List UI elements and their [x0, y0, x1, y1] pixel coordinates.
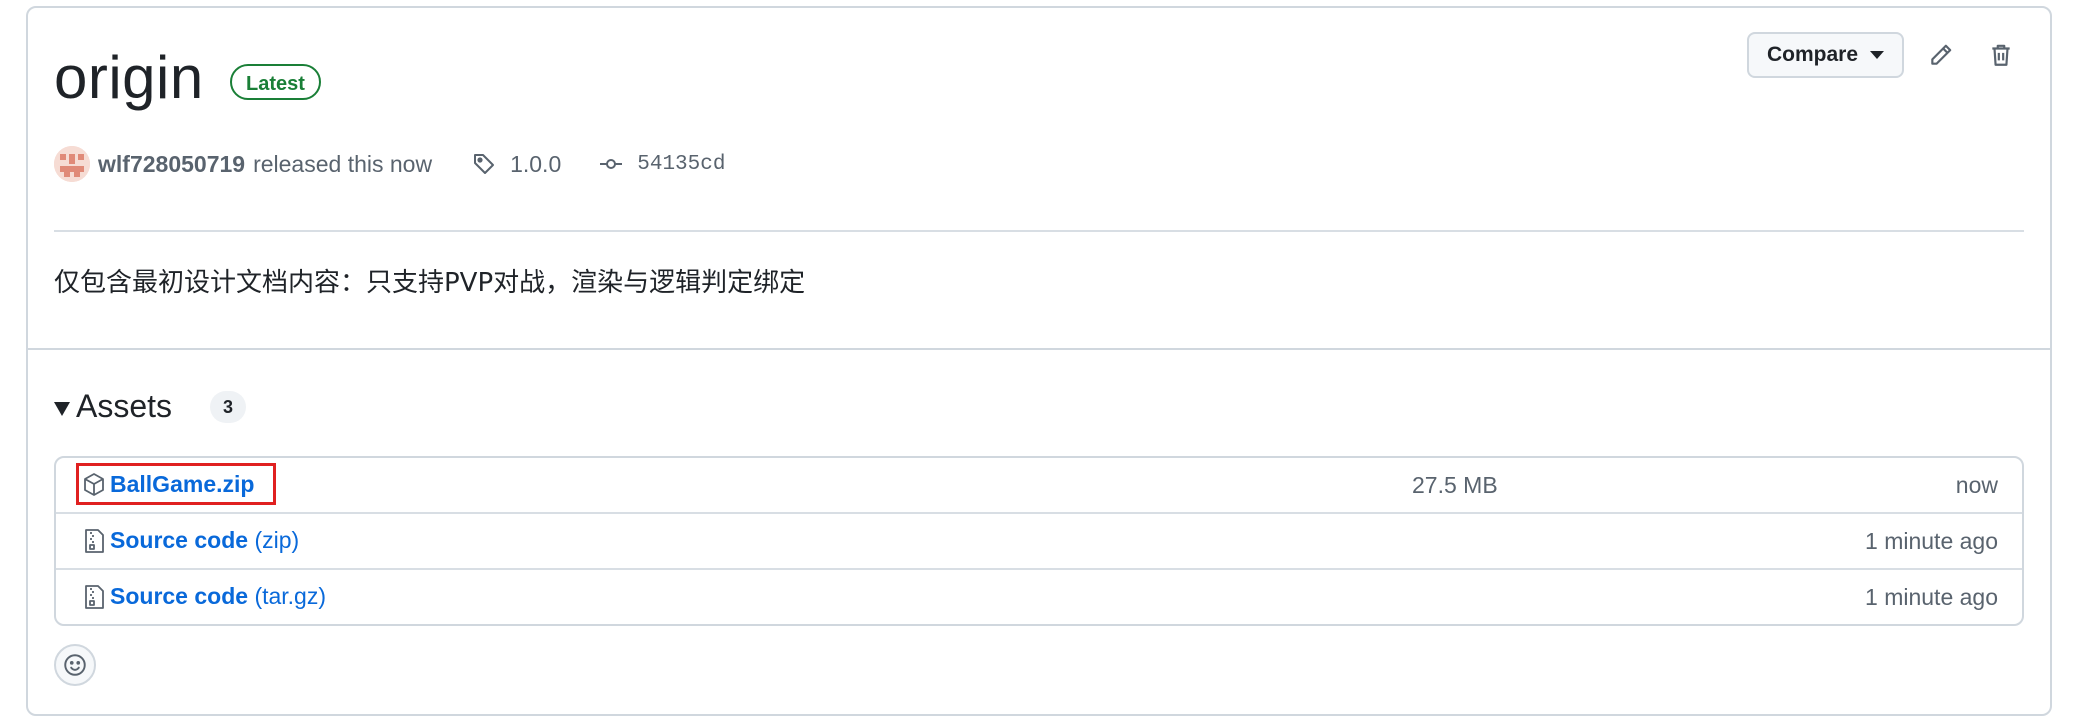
file-zip-icon — [85, 585, 104, 609]
compare-label: Compare — [1766, 43, 1858, 66]
asset-ext: (tar.gz) — [254, 583, 327, 609]
tag-link[interactable]: 1.0.0 — [472, 151, 561, 178]
divider — [54, 230, 2024, 232]
compare-button[interactable]: Compare — [1746, 32, 1904, 78]
chevron-down-icon — [1870, 51, 1884, 59]
asset-row: Source code (zip) 1 minute ago — [56, 512, 2022, 568]
asset-time: 1 minute ago — [1865, 584, 1998, 610]
asset-link[interactable]: Source code (zip) — [110, 527, 299, 554]
asset-time: now — [1955, 472, 1998, 498]
author-link[interactable]: wlf728050719 — [98, 151, 245, 178]
commit-sha: 54135cd — [637, 152, 726, 176]
release-card: origin Latest Compare wlf728050719 relea… — [26, 6, 2052, 716]
asset-row: BallGame.zip 27.5 MB now — [56, 458, 2022, 512]
asset-row: Source code (tar.gz) 1 minute ago — [56, 568, 2022, 624]
asset-name: Source code — [110, 527, 249, 553]
release-header: origin Latest Compare wlf728050719 relea… — [28, 8, 2050, 348]
asset-name: Source code — [110, 583, 249, 609]
asset-name: BallGame.zip — [110, 471, 255, 497]
tag-label: 1.0.0 — [510, 150, 562, 177]
latest-badge: Latest — [230, 64, 321, 100]
assets-count-badge: 3 — [210, 390, 247, 423]
release-title[interactable]: origin — [54, 42, 204, 114]
commit-link[interactable]: 54135cd — [599, 152, 725, 176]
section-divider — [28, 348, 2050, 350]
delete-button[interactable] — [1978, 32, 2024, 78]
release-meta: wlf728050719 released this now 1.0.0 541… — [54, 146, 725, 182]
add-reaction-button[interactable] — [54, 644, 96, 686]
asset-link[interactable]: BallGame.zip — [110, 471, 254, 498]
tag-icon — [474, 154, 495, 174]
release-description: 仅包含最初设计文档内容：只支持PVP对战，渲染与逻辑判定绑定 — [54, 268, 806, 298]
avatar[interactable] — [54, 146, 90, 182]
assets-toggle[interactable]: Assets 3 — [54, 388, 247, 425]
pencil-icon — [1931, 44, 1952, 65]
asset-ext: (zip) — [254, 527, 300, 553]
trash-icon — [1992, 44, 2010, 66]
assets-list: BallGame.zip 27.5 MB now Source code (zi… — [54, 456, 2024, 626]
commit-icon — [600, 159, 623, 169]
edit-button[interactable] — [1918, 32, 1964, 78]
asset-time: 1 minute ago — [1865, 528, 1998, 554]
release-actions: Compare — [1746, 32, 2024, 78]
file-zip-icon — [85, 529, 104, 553]
smiley-icon — [64, 654, 86, 676]
asset-size: 27.5 MB — [1412, 472, 1498, 498]
released-text: released this now — [253, 150, 433, 177]
caret-down-icon — [54, 401, 70, 416]
assets-title: Assets — [76, 388, 173, 424]
asset-link[interactable]: Source code (tar.gz) — [110, 583, 326, 610]
